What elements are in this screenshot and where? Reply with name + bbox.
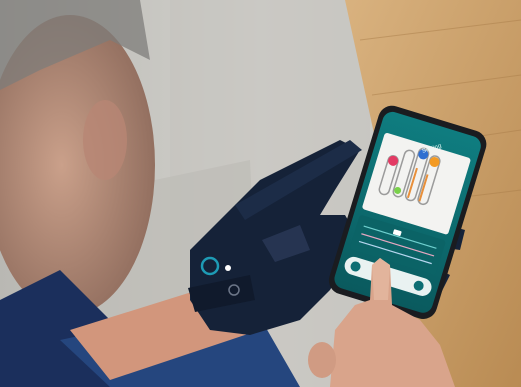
photo-scene: Setting [0, 0, 521, 387]
glove-led [225, 265, 231, 271]
photo-illustration [0, 0, 521, 387]
ear [83, 100, 127, 180]
thumb [308, 342, 336, 378]
index-finger [372, 258, 390, 300]
